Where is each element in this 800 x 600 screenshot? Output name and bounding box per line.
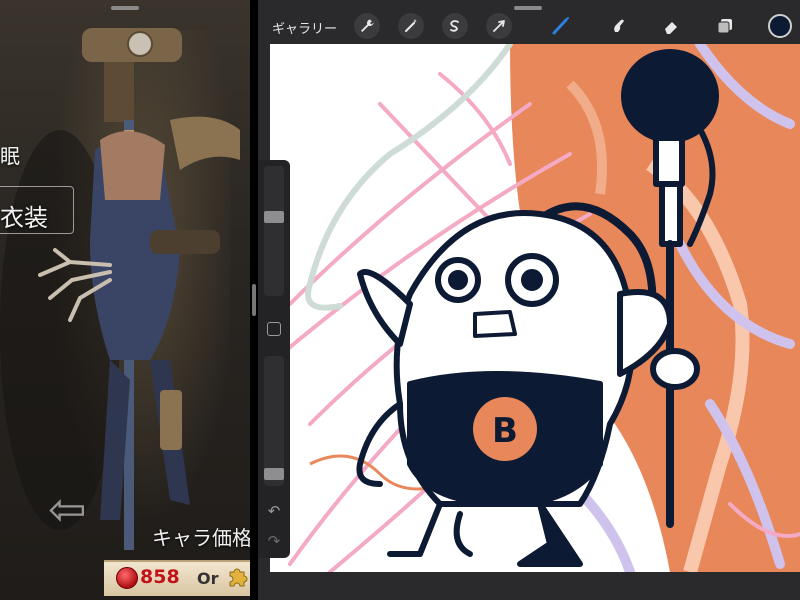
color-picker-button[interactable] bbox=[768, 14, 792, 38]
brush-opacity-thumb[interactable] bbox=[264, 468, 284, 480]
layers-icon[interactable] bbox=[714, 15, 736, 37]
procreate-sidebar: ↶ ↷ bbox=[258, 160, 290, 558]
puzzle-piece-icon bbox=[229, 568, 248, 587]
modify-button[interactable] bbox=[267, 322, 281, 336]
split-view-handle[interactable] bbox=[252, 284, 256, 316]
selection-s-icon[interactable] bbox=[442, 13, 468, 39]
split-view-screen: 眠 衣装 ⇦ キャラ価格 858 Or ギャラリー B ↶ ↷ bbox=[0, 0, 800, 600]
wrench-icon[interactable] bbox=[354, 13, 380, 39]
brush-size-slider[interactable] bbox=[264, 166, 284, 296]
left-arrow-icon[interactable]: ⇦ bbox=[48, 482, 87, 536]
sleep-label: 眠 bbox=[0, 144, 20, 168]
arrow-cursor-icon[interactable] bbox=[486, 13, 512, 39]
canvas-artwork: B bbox=[270, 44, 800, 572]
procreate-toolbar: ギャラリー bbox=[258, 10, 800, 44]
magic-wand-icon[interactable] bbox=[398, 13, 424, 39]
red-coin-icon bbox=[116, 567, 138, 589]
price-or-label: Or bbox=[197, 569, 219, 588]
drawing-canvas[interactable]: B bbox=[270, 44, 800, 572]
bottom-strip bbox=[258, 572, 800, 600]
gallery-button[interactable]: ギャラリー bbox=[272, 18, 337, 37]
game-character-illustration bbox=[0, 28, 240, 550]
character-price-label: キャラ価格 bbox=[152, 526, 250, 550]
b-emblem-letter: B bbox=[492, 411, 518, 451]
brush-icon[interactable] bbox=[550, 15, 572, 37]
brush-size-thumb[interactable] bbox=[264, 211, 284, 223]
smudge-finger-icon[interactable] bbox=[608, 15, 630, 37]
undo-icon[interactable]: ↶ bbox=[266, 502, 282, 520]
costume-label[interactable]: 衣装 bbox=[0, 198, 48, 233]
redo-icon[interactable]: ↷ bbox=[266, 532, 282, 550]
brush-opacity-slider[interactable] bbox=[264, 356, 284, 486]
procreate-pane: ギャラリー B bbox=[258, 0, 800, 600]
eraser-icon[interactable] bbox=[660, 15, 682, 37]
game-reference-pane[interactable]: 眠 衣装 ⇦ キャラ価格 858 Or bbox=[0, 0, 250, 600]
price-value: 858 bbox=[140, 566, 180, 588]
